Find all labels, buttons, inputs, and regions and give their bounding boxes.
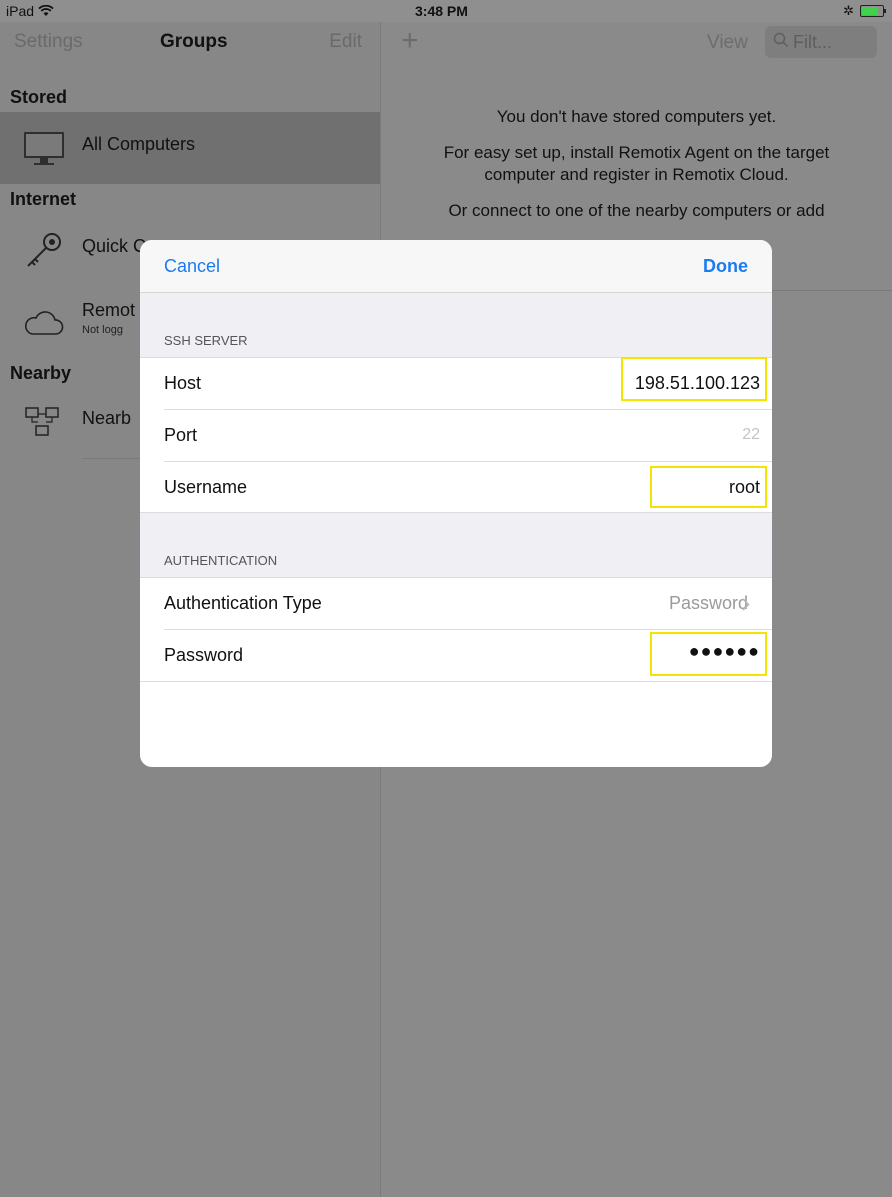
auth-type-label: Authentication Type [164, 593, 322, 613]
port-row[interactable]: Port 22 [140, 410, 772, 461]
port-label: Port [164, 425, 198, 445]
view-button[interactable]: View [707, 32, 748, 54]
username-label: Username [164, 477, 248, 497]
battery-icon [860, 5, 886, 17]
monitor-icon [24, 132, 64, 165]
bluetooth-icon: ✲ [843, 3, 854, 18]
auth-type-value: Password [668, 593, 748, 613]
host-label: Host [164, 373, 202, 393]
empty-state-line-2: For easy set up, install Remotix Agent o… [443, 143, 830, 184]
done-button[interactable]: Done [703, 256, 748, 277]
status-time: 3:48 PM [415, 3, 468, 19]
filter-search-field[interactable]: Filt... [765, 26, 877, 58]
sidebar-item-label: Remot [82, 300, 136, 320]
username-highlight [650, 466, 767, 508]
authentication-header: AUTHENTICATION [164, 553, 278, 568]
section-nearby-label: Nearby [10, 363, 72, 383]
ssh-server-modal: Cancel Done SSH SERVER Host 198.51.100.1… [140, 240, 772, 767]
chevron-right-icon [742, 598, 750, 611]
section-internet-label: Internet [10, 189, 77, 209]
content-toolbar: + View Filt... [381, 22, 892, 62]
status-right: ✲ [843, 3, 886, 19]
ssh-section-header: SSH SERVER [140, 293, 772, 357]
sidebar-nav-bar: Settings Groups Edit [0, 22, 380, 62]
password-highlight [650, 632, 767, 676]
status-bar: iPad 3:48 PM ✲ [0, 0, 892, 22]
cancel-button[interactable]: Cancel [164, 256, 220, 277]
sidebar-item-label: Quick C [82, 236, 147, 256]
port-field[interactable]: 22 [742, 426, 760, 444]
sidebar-item-sublabel: Not logg [82, 324, 123, 336]
sidebar-item-label: Nearb [82, 408, 132, 428]
empty-state-message: You don't have stored computers yet. For… [381, 106, 892, 236]
status-left: iPad [6, 3, 54, 19]
filter-placeholder: Filt... [793, 32, 832, 52]
section-internet: Internet [0, 184, 380, 214]
key-icon [27, 233, 61, 267]
password-label: Password [164, 645, 244, 665]
edit-button[interactable]: Edit [329, 31, 362, 53]
sidebar-item-label: All Computers [82, 134, 196, 154]
sidebar-item-all-computers[interactable]: All Computers [0, 112, 380, 184]
network-icon [25, 407, 59, 436]
section-stored-label: Stored [10, 87, 68, 107]
search-icon [773, 32, 789, 48]
separator [140, 681, 772, 682]
add-icon[interactable]: + [401, 24, 419, 58]
device-name: iPad [6, 3, 35, 19]
wifi-icon [38, 5, 54, 16]
content-divider [771, 290, 892, 291]
settings-button[interactable]: Settings [14, 31, 83, 53]
modal-nav-bar: Cancel Done [140, 240, 772, 293]
auth-type-row[interactable]: Authentication Type Password [140, 578, 772, 629]
cloud-icon [24, 311, 64, 335]
empty-state-line-3: Or connect to one of the nearby computer… [448, 201, 825, 220]
ssh-server-header: SSH SERVER [164, 333, 248, 348]
section-stored: Stored [0, 82, 380, 112]
empty-state-line-1: You don't have stored computers yet. [496, 107, 777, 126]
host-highlight [621, 357, 767, 401]
auth-section-header: AUTHENTICATION [140, 513, 772, 577]
sidebar-title: Groups [160, 31, 228, 52]
